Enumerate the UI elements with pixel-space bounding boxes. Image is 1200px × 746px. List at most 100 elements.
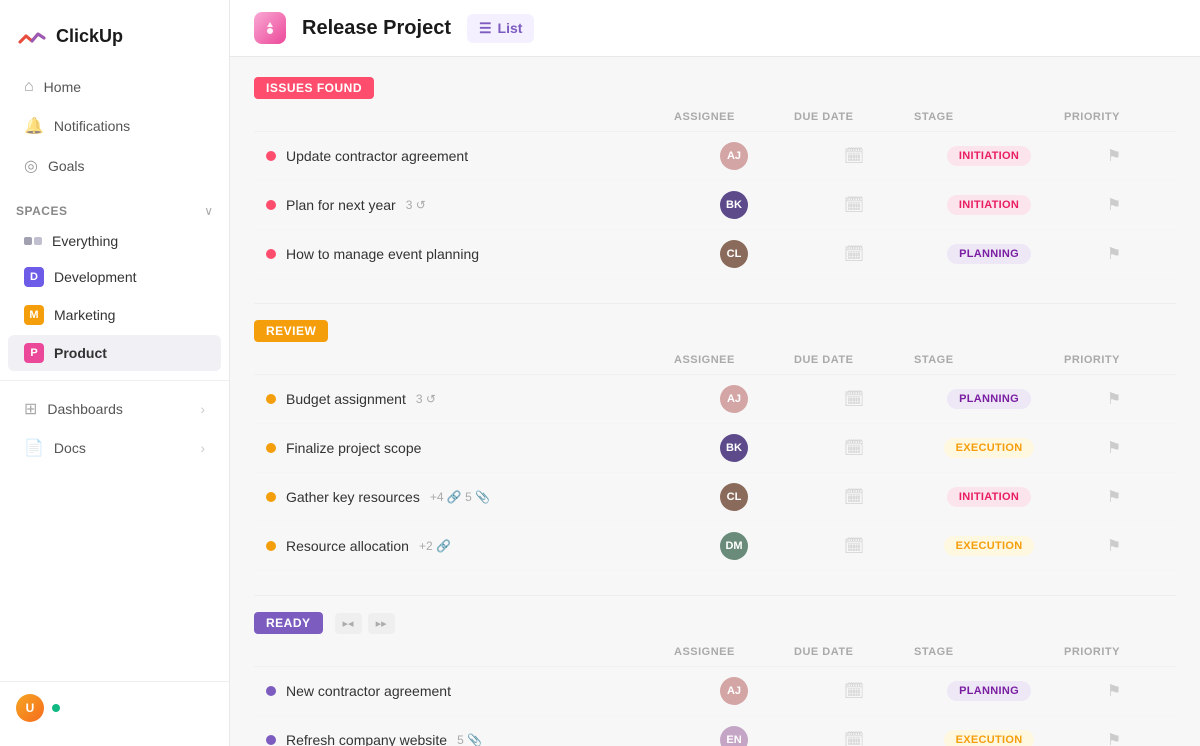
sidebar-item-docs[interactable]: 📄 Docs › [8,429,221,467]
date-cell: 🗓 [794,730,914,746]
development-label: Development [54,269,137,285]
priority-cell: ⚑ [1064,536,1164,556]
flag-icon: ⚑ [1107,244,1121,264]
dashboards-icon: ⊞ [24,399,37,419]
task-name: Finalize project scope [266,440,674,456]
sidebar-item-notifications[interactable]: 🔔 Notifications [8,107,221,145]
ready-toolbar: ▸◂ ▸▸ [335,613,395,634]
flag-icon: ⚑ [1107,438,1121,458]
priority-cell: ⚑ [1064,244,1164,264]
stage-badge: EXECUTION [944,730,1035,746]
stage-badge: INITIATION [947,487,1031,507]
everything-label: Everything [52,233,118,249]
home-icon: ⌂ [24,78,34,96]
section-divider [254,303,1176,304]
toolbar-placeholder-2: ▸▸ [368,613,395,634]
table-row[interactable]: Finalize project scope BK 🗓 EXECUTION ⚑ [254,424,1176,473]
sidebar-item-product[interactable]: P Product [8,335,221,371]
bottom-nav: ⊞ Dashboards › 📄 Docs › [0,380,229,468]
section-ready: READY ▸◂ ▸▸ ASSIGNEE DUE DATE STAGE PRIO… [254,612,1176,746]
avatar: AJ [720,142,748,170]
goals-label: Goals [48,158,85,174]
table-row[interactable]: Resource allocation +2 🔗 DM 🗓 EXECUTION … [254,522,1176,571]
avatar: CL [720,483,748,511]
chevron-down-icon[interactable]: ∨ [204,204,213,218]
spaces-section-header: Spaces ∨ [0,194,229,224]
sidebar-item-goals[interactable]: ◎ Goals [8,147,221,185]
stage-cell: EXECUTION [914,536,1064,556]
avatar: DM [720,532,748,560]
task-column-header [266,646,674,658]
assignee-cell: AJ [674,385,794,413]
task-name: Plan for next year 3 ↺ [266,197,674,213]
avatar: BK [720,191,748,219]
ready-badge: READY [254,612,323,634]
section-issues: ISSUES FOUND ASSIGNEE DUE DATE STAGE PRI… [254,77,1176,279]
user-area[interactable]: U [0,681,229,734]
flag-icon: ⚑ [1107,536,1121,556]
date-cell: 🗓 [794,195,914,215]
stage-cell: EXECUTION [914,730,1064,746]
table-row[interactable]: Plan for next year 3 ↺ BK 🗓 INITIATION ⚑ [254,181,1176,230]
task-name: Budget assignment 3 ↺ [266,391,674,407]
task-meta: 3 ↺ [416,392,436,406]
task-column-header [266,354,674,366]
stage-cell: INITIATION [914,146,1064,166]
date-cell: 🗓 [794,681,914,701]
calendar-icon: 🗓 [844,487,864,507]
avatar: AJ [720,385,748,413]
avatar: AJ [720,677,748,705]
task-name: New contractor agreement [266,683,674,699]
logo-area[interactable]: ClickUp [0,12,229,68]
sidebar-item-everything[interactable]: Everything [8,225,221,257]
list-view-tab[interactable]: ☰ List [467,14,534,43]
bell-icon: 🔔 [24,116,44,136]
avatar: U [16,694,44,722]
main-content: Release Project ☰ List ISSUES FOUND ASSI… [230,0,1200,746]
table-row[interactable]: New contractor agreement AJ 🗓 PLANNING ⚑ [254,667,1176,716]
calendar-icon: 🗓 [844,195,864,215]
product-icon: P [24,343,44,363]
task-dot-red [266,200,276,210]
table-row[interactable]: How to manage event planning CL 🗓 PLANNI… [254,230,1176,279]
docs-icon: 📄 [24,438,44,458]
task-name: Gather key resources +4 🔗 5 📎 [266,489,674,505]
duedate-column-header: DUE DATE [794,646,914,658]
table-row[interactable]: Refresh company website 5 📎 EN 🗓 EXECUTI… [254,716,1176,746]
calendar-icon: 🗓 [844,730,864,746]
topbar: Release Project ☰ List [230,0,1200,57]
sidebar-item-marketing[interactable]: M Marketing [8,297,221,333]
task-name: Refresh company website 5 📎 [266,732,674,746]
stage-cell: PLANNING [914,244,1064,264]
task-dot-red [266,151,276,161]
assignee-cell: BK [674,434,794,462]
notifications-label: Notifications [54,118,130,134]
task-name: How to manage event planning [266,246,674,262]
stage-badge: EXECUTION [944,536,1035,556]
sidebar-item-development[interactable]: D Development [8,259,221,295]
table-row[interactable]: Update contractor agreement AJ 🗓 INITIAT… [254,132,1176,181]
flag-icon: ⚑ [1107,389,1121,409]
list-icon: ☰ [479,20,492,37]
assignee-cell: AJ [674,142,794,170]
task-dot-yellow [266,394,276,404]
priority-column-header: PRIORITY [1064,111,1164,123]
assignee-cell: AJ [674,677,794,705]
table-row[interactable]: Budget assignment 3 ↺ AJ 🗓 PLANNING ⚑ [254,375,1176,424]
task-dot-yellow [266,443,276,453]
task-meta: 5 📎 [457,733,482,746]
priority-column-header: PRIORITY [1064,354,1164,366]
app-name: ClickUp [56,26,123,47]
issues-table-header: ASSIGNEE DUE DATE STAGE PRIORITY [254,103,1176,132]
task-meta: +4 🔗 5 📎 [430,490,490,504]
sidebar-item-home[interactable]: ⌂ Home [8,69,221,105]
task-dot-blue [266,686,276,696]
stage-badge: INITIATION [947,195,1031,215]
sidebar-item-dashboards[interactable]: ⊞ Dashboards › [8,390,221,428]
review-table-header: ASSIGNEE DUE DATE STAGE PRIORITY [254,346,1176,375]
task-meta: +2 🔗 [419,539,451,553]
stage-badge: EXECUTION [944,438,1035,458]
marketing-icon: M [24,305,44,325]
stage-badge: PLANNING [947,389,1031,409]
table-row[interactable]: Gather key resources +4 🔗 5 📎 CL 🗓 INITI… [254,473,1176,522]
